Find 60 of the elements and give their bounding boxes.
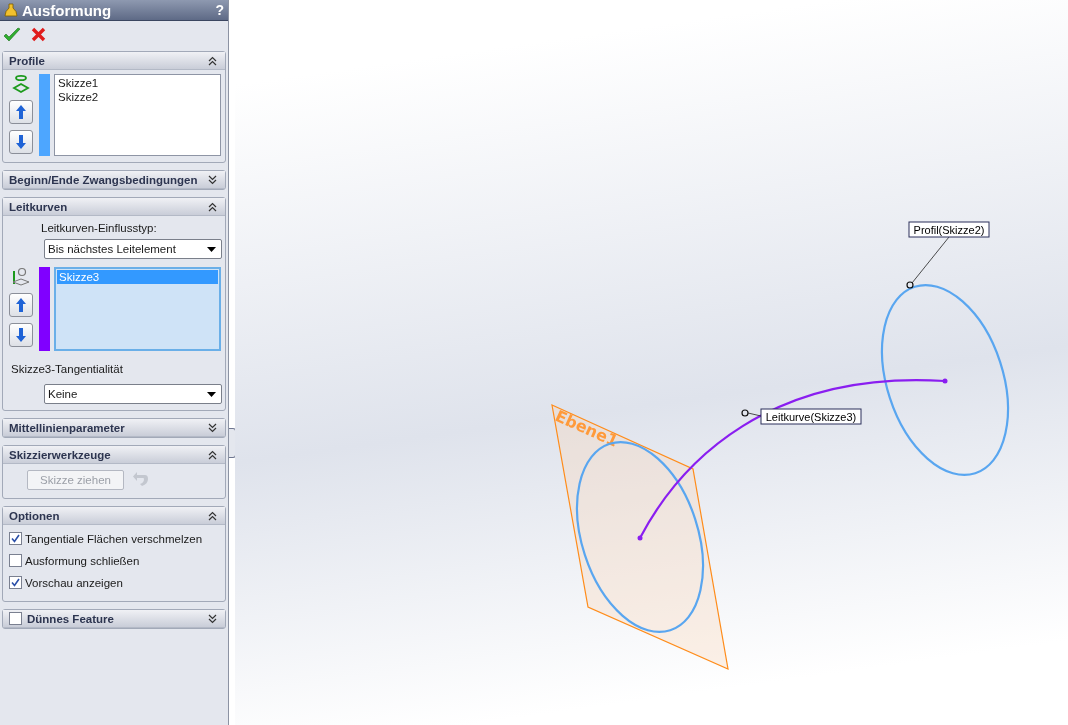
section-header[interactable]: Leitkurven <box>3 198 225 216</box>
section-header[interactable]: Optionen <box>3 507 225 525</box>
window-title: Ausformung <box>22 1 113 19</box>
section-title: Dünnes Feature <box>27 612 115 625</box>
help-button[interactable]: ? <box>215 2 224 18</box>
checkbox[interactable] <box>9 532 22 545</box>
section-header[interactable]: Beginn/Ende Zwangsbedingungen <box>3 171 225 189</box>
collapse-icon[interactable] <box>208 510 217 521</box>
checkbox[interactable] <box>9 576 22 589</box>
checkbox[interactable] <box>9 612 22 625</box>
checkbox-label: Tangentiale Flächen verschmelzen <box>25 532 203 545</box>
field-label: Skizze3-Tangentialität <box>10 362 124 377</box>
dropdown-arrow-icon <box>207 246 216 252</box>
checkbox-label: Vorschau anzeigen <box>25 576 123 589</box>
list-item[interactable]: Skizze2 <box>56 90 219 104</box>
up-arrow-icon <box>15 297 27 313</box>
move-up-button[interactable] <box>9 293 33 317</box>
field-label: Leitkurven-Einflusstyp: <box>40 221 158 236</box>
leader-line <box>747 412 762 417</box>
section-title: Skizzierwerkzeuge <box>9 448 112 461</box>
dropdown-arrow-icon <box>207 391 216 397</box>
callout-label: Profil(Skizze2) <box>908 221 990 238</box>
section-header[interactable]: Skizzierwerkzeuge <box>3 446 225 464</box>
expand-icon[interactable] <box>208 174 217 185</box>
collapse-icon[interactable] <box>208 449 217 460</box>
section-title: Profile <box>9 54 46 67</box>
up-arrow-icon <box>15 104 27 120</box>
section-title: Mittellinienparameter <box>9 421 126 434</box>
profile-list[interactable]: Skizze1 Skizze2 <box>54 74 221 156</box>
section-title: Optionen <box>9 509 61 522</box>
move-up-button[interactable] <box>9 100 33 124</box>
bell-icon <box>4 2 18 18</box>
guide-curve-icon <box>11 267 31 287</box>
checkbox[interactable] <box>9 554 22 567</box>
expand-icon[interactable] <box>208 422 217 433</box>
checkbox-label: Ausformung schließen <box>25 554 140 567</box>
dropdown[interactable]: Keine <box>44 384 222 404</box>
collapse-icon[interactable] <box>208 55 217 66</box>
section-header[interactable]: Dünnes Feature <box>3 610 225 628</box>
section-title: Leitkurven <box>9 200 69 213</box>
curve-endpoint <box>942 378 948 384</box>
leader-line <box>911 236 950 284</box>
move-down-button[interactable] <box>9 323 33 347</box>
callout-label: Leitkurve(Skizze3) <box>760 408 862 425</box>
callout-point <box>906 281 914 289</box>
collapse-icon[interactable] <box>208 201 217 212</box>
section-title: Beginn/Ende Zwangsbedingungen <box>9 173 199 186</box>
expand-icon[interactable] <box>208 613 217 624</box>
section-header[interactable]: Profile <box>3 52 225 70</box>
ok-check-icon[interactable] <box>3 27 21 43</box>
callout-point <box>741 409 749 417</box>
down-arrow-icon <box>15 327 27 343</box>
curve-endpoint <box>637 535 643 541</box>
down-arrow-icon <box>15 134 27 150</box>
dropdown[interactable]: Bis nächstes Leitelement <box>44 239 222 259</box>
profile-icon <box>11 74 31 94</box>
move-down-button[interactable] <box>9 130 33 154</box>
section-header[interactable]: Mittellinienparameter <box>3 419 225 437</box>
list-item[interactable]: Skizze1 <box>56 76 219 90</box>
cancel-icon[interactable] <box>31 27 46 42</box>
